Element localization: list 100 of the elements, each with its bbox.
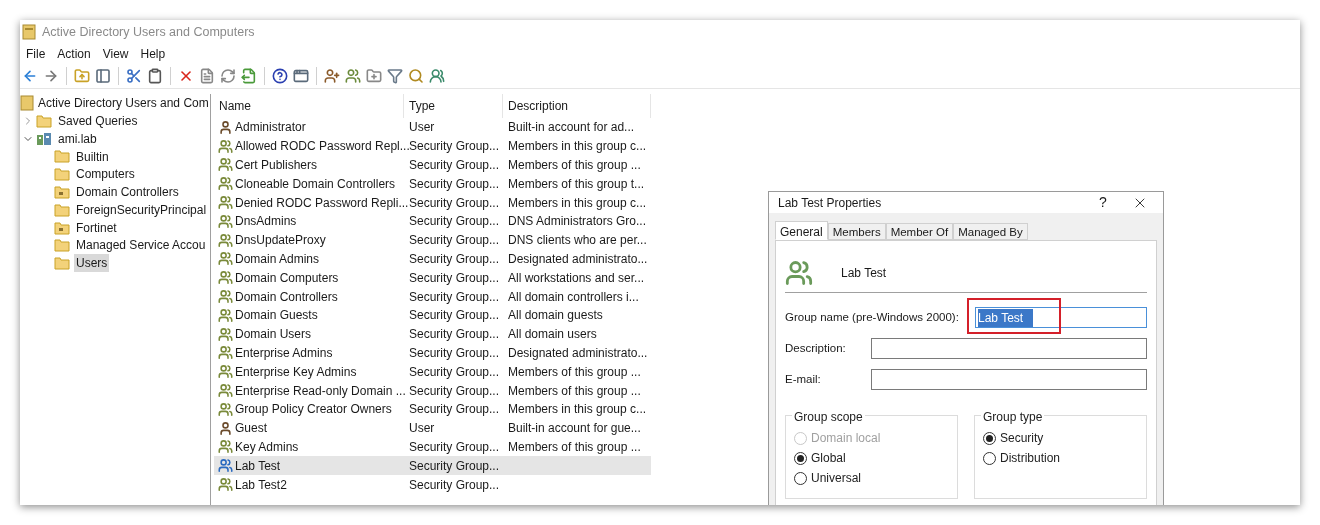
radio-label: Security [1000, 430, 1044, 447]
column-header[interactable]: Name [214, 94, 404, 118]
table-row[interactable]: Guest User Built-in account for gue... [214, 418, 651, 438]
table-row[interactable]: Group Policy Creator Owners Security Group... Members in this group c... [214, 399, 651, 419]
table-cell-text: Members in this group c... [507, 194, 648, 212]
table-row[interactable]: DnsUpdateProxy Security Group... DNS clients who are per... [214, 230, 651, 250]
table-row[interactable]: Lab Test2 Security Group... [214, 475, 651, 494]
menu-item[interactable]: Action [53, 45, 95, 63]
table-row[interactable]: Key Admins Security Group... Members of this group ... [214, 437, 651, 457]
search-icon[interactable] [408, 68, 424, 84]
table-cell-text: Designated administrato... [507, 250, 649, 268]
folder-icon [54, 202, 70, 217]
group-icon [218, 364, 233, 380]
table-row[interactable]: Domain Admins Security Group... Designated administrato... [214, 249, 651, 269]
table-cell-text: All domain users [507, 326, 598, 344]
tab[interactable]: Member Of [885, 223, 954, 240]
group-icon [785, 258, 813, 287]
field-label: Group name (pre-Windows 2000): [785, 309, 960, 325]
table-row[interactable]: Cert Publishers Security Group... Members of this group ... [214, 155, 651, 175]
table-cell-text: Built-in account for gue... [507, 420, 642, 438]
table-cell-text: Domain Controllers [235, 288, 338, 306]
column-header[interactable]: Type [404, 94, 503, 118]
menu-item[interactable]: Help [136, 45, 170, 63]
group-icon [218, 157, 233, 173]
table-row[interactable]: Denied RODC Password Repli...Security Group... Members in this group c... [214, 193, 651, 212]
table-cell-text: Domain Admins [235, 250, 320, 268]
export-icon[interactable] [241, 68, 257, 84]
folder-icon [54, 149, 70, 164]
group-icon[interactable] [345, 68, 361, 84]
help-button[interactable]: ? [1088, 192, 1118, 213]
radio-button[interactable] [794, 451, 807, 465]
table-row[interactable]: Enterprise Read-only Domain ... Security Group... Members of this group ... [214, 381, 651, 400]
table-row[interactable]: Cloneable Domain Controllers Security Group... Members of this group t... [214, 174, 651, 194]
table-cell-text: Lab Test [235, 457, 281, 475]
tab[interactable]: General [775, 221, 828, 240]
table-cell-text: Security Group... [408, 157, 501, 174]
tree-item[interactable]: Saved Queries [56, 111, 140, 130]
tab[interactable]: Members [827, 223, 886, 240]
table-cell-text: Group Policy Creator Owners [235, 401, 392, 419]
radio-button[interactable] [794, 471, 807, 485]
user-icon [218, 119, 233, 135]
window-title: Active Directory Users and Computers [42, 23, 255, 41]
table-cell-text: Lab Test2 [235, 476, 287, 494]
table-row[interactable]: DnsAdmins Security Group... DNS Administrators Gro... [214, 212, 651, 231]
console-icon[interactable] [293, 68, 309, 84]
tree-item[interactable]: ForeignSecurityPrincipal [74, 200, 209, 219]
tree-item[interactable]: Fortinet [74, 218, 119, 237]
table-cell-text: User [408, 420, 436, 438]
table-cell-text: Key Admins [235, 438, 299, 456]
group-icon [218, 326, 233, 342]
delete-icon[interactable] [178, 68, 194, 84]
clipboard-icon[interactable] [147, 68, 163, 84]
menu-item[interactable]: View [98, 45, 133, 63]
tree-item[interactable]: Builtin [74, 147, 111, 166]
tree-root[interactable]: Active Directory Users and Com [38, 94, 209, 112]
pane-icon[interactable] [95, 68, 111, 84]
forward-arrow-icon[interactable] [43, 68, 59, 84]
table-row[interactable]: Lab Test Security Group... [214, 456, 651, 476]
group-icon [218, 213, 233, 229]
table-cell-text: Members of this group ... [507, 382, 642, 400]
column-header[interactable]: Description [503, 94, 651, 118]
input-field[interactable] [871, 338, 1147, 359]
filter-icon[interactable] [387, 68, 403, 84]
table-row[interactable]: Enterprise Admins Security Group... Designated administrato... [214, 343, 651, 363]
input-field[interactable] [871, 369, 1147, 390]
group-icon[interactable] [429, 68, 445, 84]
table-cell-text: Designated administrato... [507, 344, 649, 362]
help-icon[interactable] [272, 68, 288, 84]
table-cell-text: Security Group... [408, 269, 501, 287]
group-icon [218, 195, 233, 211]
tree-item[interactable]: Domain Controllers [74, 183, 181, 202]
domain-icon [36, 131, 52, 146]
folder-up-icon[interactable] [74, 68, 90, 84]
table-row[interactable]: Domain Controllers Security Group... All domain controllers i... [214, 287, 651, 306]
user-icon[interactable] [324, 68, 340, 84]
tree-item[interactable]: Users [74, 254, 110, 273]
tab[interactable]: Managed By [953, 223, 1028, 240]
group-icon [218, 401, 233, 417]
input-field[interactable]: Lab Test [975, 307, 1147, 328]
organizational-unit-icon [54, 185, 70, 200]
table-row[interactable]: Enterprise Key Admins Security Group... Members of this group ... [214, 362, 651, 382]
tree-item[interactable]: Computers [74, 165, 137, 184]
table-cell-text: Cloneable Domain Controllers [235, 175, 396, 193]
table-cell-text: Built-in account for ad... [507, 119, 636, 137]
table-cell-text: DNS clients who are per... [507, 232, 648, 250]
menu-item[interactable]: File [22, 45, 50, 63]
table-cell-text: Members in this group c... [507, 401, 648, 419]
radio-button[interactable] [983, 451, 996, 465]
document-icon[interactable] [199, 68, 215, 84]
table-row[interactable]: Domain Guests Security Group... All domain guests [214, 305, 651, 325]
table-row[interactable]: Domain Computers Security Group... All workstations and ser... [214, 268, 651, 288]
scissors-icon[interactable] [126, 68, 142, 84]
tree-item[interactable]: Managed Service Accou [74, 236, 208, 255]
tree-item[interactable]: ami.lab [56, 129, 99, 148]
table-row[interactable]: Administrator User Built-in account for ad... [214, 118, 651, 137]
table-row[interactable]: Allowed RODC Password Repl...Security Group... Members in this group c... [214, 136, 651, 156]
radio-button[interactable] [983, 431, 996, 445]
table-row[interactable]: Domain Users Security Group... All domain users [214, 324, 651, 344]
refresh-icon[interactable] [220, 68, 236, 84]
folder-icon[interactable] [366, 68, 382, 84]
